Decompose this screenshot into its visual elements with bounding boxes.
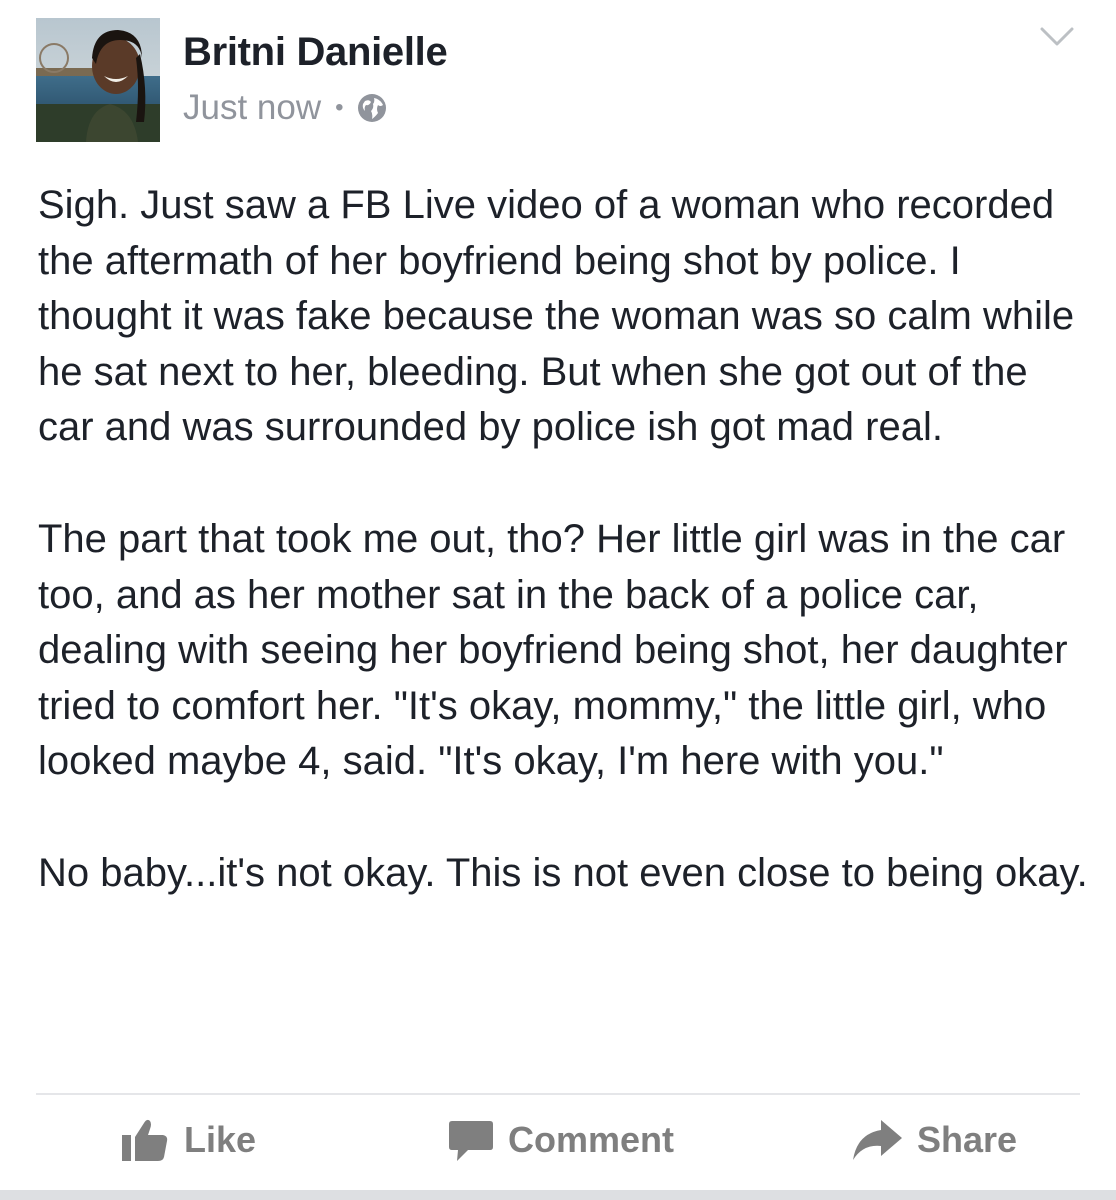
share-arrow-icon bbox=[853, 1120, 902, 1160]
author-name[interactable]: Britni Danielle bbox=[183, 30, 448, 75]
post-body: Sigh. Just saw a FB Live video of a woma… bbox=[38, 178, 1088, 902]
like-button[interactable]: Like bbox=[120, 1117, 256, 1163]
post-paragraph: Sigh. Just saw a FB Live video of a woma… bbox=[38, 183, 1075, 450]
post-paragraph: The part that took me out, tho? Her litt… bbox=[38, 516, 1068, 784]
post-meta: Just now • bbox=[183, 88, 388, 128]
like-label: Like bbox=[184, 1119, 257, 1160]
action-bar: Like Comment Share bbox=[0, 1095, 1116, 1190]
share-label: Share bbox=[917, 1119, 1018, 1160]
comment-button[interactable]: Comment bbox=[448, 1117, 674, 1163]
post-paragraph: No baby...it's not okay. This is not eve… bbox=[38, 850, 1088, 895]
comment-label: Comment bbox=[508, 1119, 675, 1160]
thumbs-up-icon bbox=[122, 1119, 168, 1161]
avatar[interactable] bbox=[36, 18, 160, 142]
globe-icon[interactable] bbox=[356, 92, 388, 124]
bottom-divider bbox=[0, 1190, 1116, 1200]
comment-icon bbox=[449, 1121, 493, 1161]
share-button[interactable]: Share bbox=[851, 1117, 1017, 1163]
chevron-down-icon[interactable] bbox=[1040, 26, 1074, 48]
facebook-post: Britni Danielle Just now • Sigh. Just sa… bbox=[0, 0, 1116, 1200]
meta-separator: • bbox=[335, 94, 344, 121]
timestamp[interactable]: Just now bbox=[183, 88, 321, 128]
